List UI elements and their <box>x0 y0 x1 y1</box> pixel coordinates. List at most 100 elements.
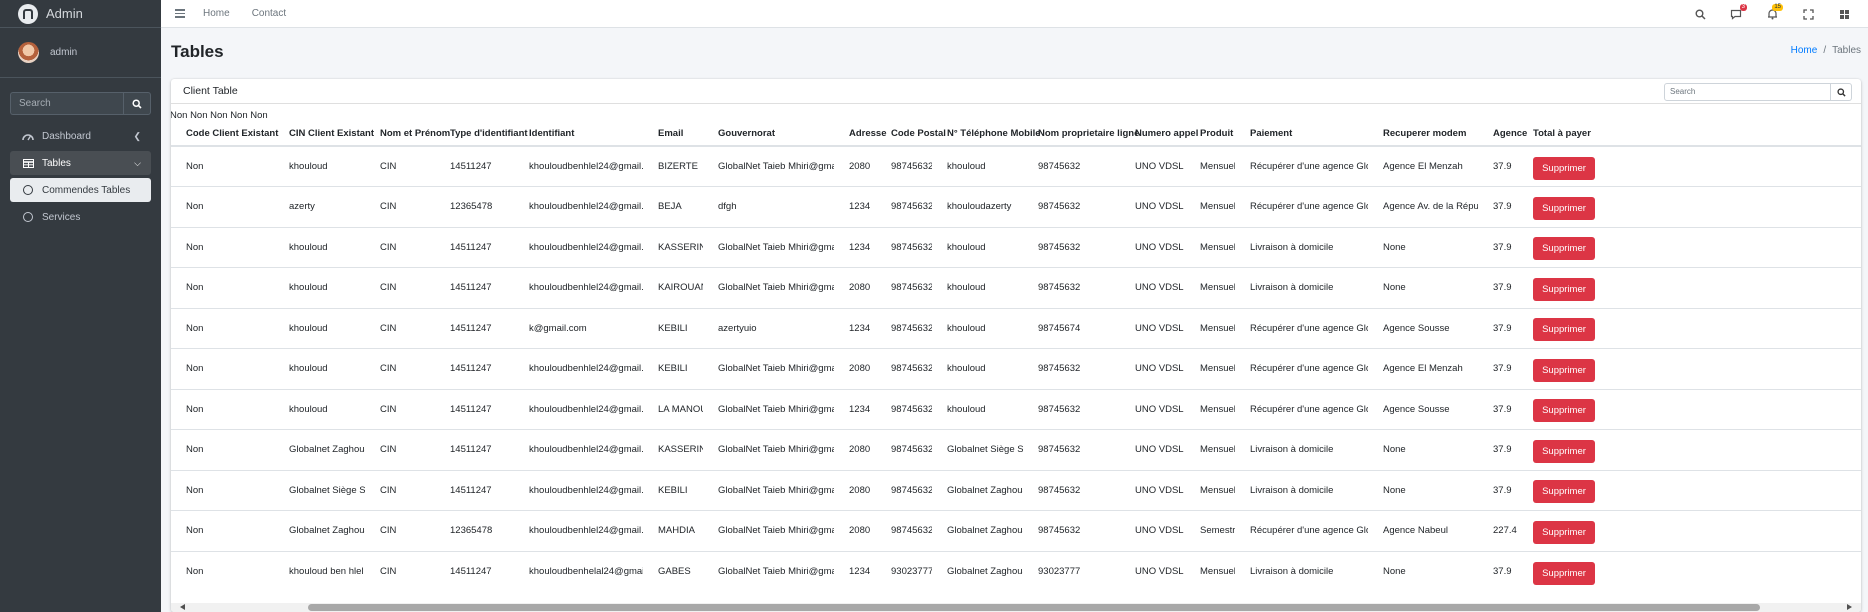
menu-toggle-icon[interactable] <box>175 9 185 18</box>
card-header: Client Table Search <box>171 79 1861 104</box>
brand-logo-icon <box>18 3 38 24</box>
table-cell: 98745632 <box>876 388 932 430</box>
table-cell-action: Supprimer <box>1518 388 1861 430</box>
delete-button[interactable]: Supprimer <box>1533 561 1595 585</box>
table-cell: CIN <box>365 469 435 511</box>
delete-button[interactable]: Supprimer <box>1533 480 1595 504</box>
table-cell: 93023777 <box>1023 550 1120 592</box>
table-cell: Non <box>171 550 274 592</box>
table-cell-action: Supprimer <box>1518 146 1861 187</box>
table-cell: 98745632 <box>1023 186 1120 227</box>
delete-button[interactable]: Supprimer <box>1533 399 1595 423</box>
nav-link-home[interactable]: Home <box>203 8 230 19</box>
table-cell: khouloudbenhlel24@gmail.com <box>514 388 643 430</box>
scroll-left-icon[interactable] <box>180 604 185 610</box>
table-cell: khouloudbenhelal24@gmail.com <box>514 550 643 592</box>
control-sidebar-icon[interactable] <box>1838 8 1850 20</box>
sidebar-item-dashboard[interactable]: Dashboard ❮ <box>10 124 151 148</box>
table-cell: khouloud <box>274 307 365 349</box>
table-cell: 2080 <box>834 267 876 308</box>
table-cell: GlobalNet Taieb Mhiri@gmail.com <box>703 226 834 268</box>
sidebar: Admin admin Search Dashboard ❮ Tables ⌵ … <box>0 0 161 612</box>
column-header: Code Client Existant <box>171 121 278 147</box>
table-cell: 227.4 <box>1478 510 1518 551</box>
column-header: Email <box>643 121 703 147</box>
table-cell-action: Supprimer <box>1518 186 1861 227</box>
delete-button[interactable]: Supprimer <box>1533 439 1595 463</box>
user-panel[interactable]: admin <box>0 28 161 78</box>
table-cell: 98745632 <box>876 510 932 551</box>
table-cell: 14511247 <box>435 348 514 389</box>
table-cell: CIN <box>365 226 435 268</box>
column-header: Nom et Prénom <box>365 121 450 147</box>
search-icon <box>132 98 142 109</box>
page-title: Tables <box>171 42 224 61</box>
table-cell: Livraison à domicile <box>1235 469 1368 511</box>
delete-button[interactable]: Supprimer <box>1533 358 1595 382</box>
table-cell: 2080 <box>834 469 876 511</box>
table-cell: 14511247 <box>435 429 514 470</box>
table-cell: khouloud <box>274 388 365 430</box>
table-cell: 14511247 <box>435 267 514 308</box>
column-header: Recuperer modem <box>1368 121 1478 147</box>
table-cell: CIN <box>365 550 435 592</box>
sidebar-item-services[interactable]: Services <box>10 205 151 229</box>
table-cell: 37.9 <box>1478 429 1518 470</box>
search-icon[interactable] <box>1694 8 1706 20</box>
delete-button[interactable]: Supprimer <box>1533 156 1595 180</box>
table-cell: 98745632 <box>876 307 932 349</box>
table-cell: 1234 <box>834 186 876 227</box>
table-cell: khouloud <box>289 161 328 172</box>
table-cell: khouloudbenhlel24@gmail.com <box>514 348 643 389</box>
table-cell: Non <box>171 388 274 430</box>
table-cell-action: Supprimer <box>1518 510 1861 551</box>
table-cell: CIN <box>365 429 435 470</box>
table-cell: khouloud <box>932 307 1023 349</box>
brand[interactable]: Admin <box>0 0 161 28</box>
table-cell: khouloud <box>932 267 1023 308</box>
table-cell: CIN <box>365 267 435 308</box>
table-cell: Mensuel <box>1185 388 1235 430</box>
table-row: Non khouloud CIN 14511247 khouloudbenhlel24@… <box>171 348 1861 389</box>
bell-icon[interactable]: 15 <box>1766 4 1783 20</box>
table-cell: 14511247 <box>435 226 514 268</box>
table-search-button[interactable] <box>1831 83 1852 101</box>
table-row: Non azerty CIN 12365478 khouloudbenhlel24@gm… <box>171 186 1861 227</box>
table-cell: 2080 <box>849 161 871 172</box>
table-cell: Globalnet Zaghouan <box>932 510 1023 551</box>
table-cell: Agence Sousse <box>1368 307 1478 349</box>
messages-icon[interactable]: 3 <box>1730 4 1747 20</box>
sidebar-search-input[interactable]: Search <box>10 92 123 115</box>
table-cell: Mensuel <box>1185 307 1235 349</box>
scrollbar-thumb[interactable] <box>308 604 1760 611</box>
sidebar-search-button[interactable] <box>123 92 151 115</box>
nav-link-contact[interactable]: Contact <box>252 8 286 19</box>
table-cell: 93023777 <box>876 550 932 592</box>
table-cell: CIN <box>365 348 435 389</box>
delete-button[interactable]: Supprimer <box>1533 277 1595 301</box>
user-name[interactable]: admin <box>50 47 77 58</box>
table-cell: UNO VDSL 20M <box>1120 429 1185 470</box>
circle-icon <box>22 185 34 195</box>
delete-button[interactable]: Supprimer <box>1533 237 1595 261</box>
table-cell: 12365478 <box>435 186 514 227</box>
table-cell: 14511247 <box>435 469 514 511</box>
table-cell: k@gmail.com <box>514 307 643 349</box>
horizontal-scrollbar[interactable] <box>171 603 1861 612</box>
delete-button[interactable]: Supprimer <box>1533 520 1595 544</box>
delete-button[interactable]: Supprimer <box>1533 196 1595 220</box>
table-cell: Non <box>171 267 274 308</box>
table-cell: Livraison à domicile <box>1235 226 1368 268</box>
sidebar-search: Search <box>10 92 151 115</box>
table-search-input[interactable]: Search <box>1664 83 1831 101</box>
breadcrumb-home[interactable]: Home <box>1791 45 1818 56</box>
table-row: Non khouloud CIN 14511247 khouloudbenhlel24@… <box>171 267 1861 308</box>
sidebar-item-tables[interactable]: Tables ⌵ <box>10 151 151 175</box>
table-cell: Livraison à domicile <box>1235 550 1368 592</box>
sidebar-item-commendes-tables[interactable]: Commendes Tables <box>10 178 151 202</box>
table-cell: khouloud <box>932 226 1023 268</box>
fullscreen-icon[interactable] <box>1802 8 1814 20</box>
table-cell: 2080 <box>834 429 876 470</box>
delete-button[interactable]: Supprimer <box>1533 318 1595 342</box>
scroll-right-icon[interactable] <box>1847 604 1852 610</box>
